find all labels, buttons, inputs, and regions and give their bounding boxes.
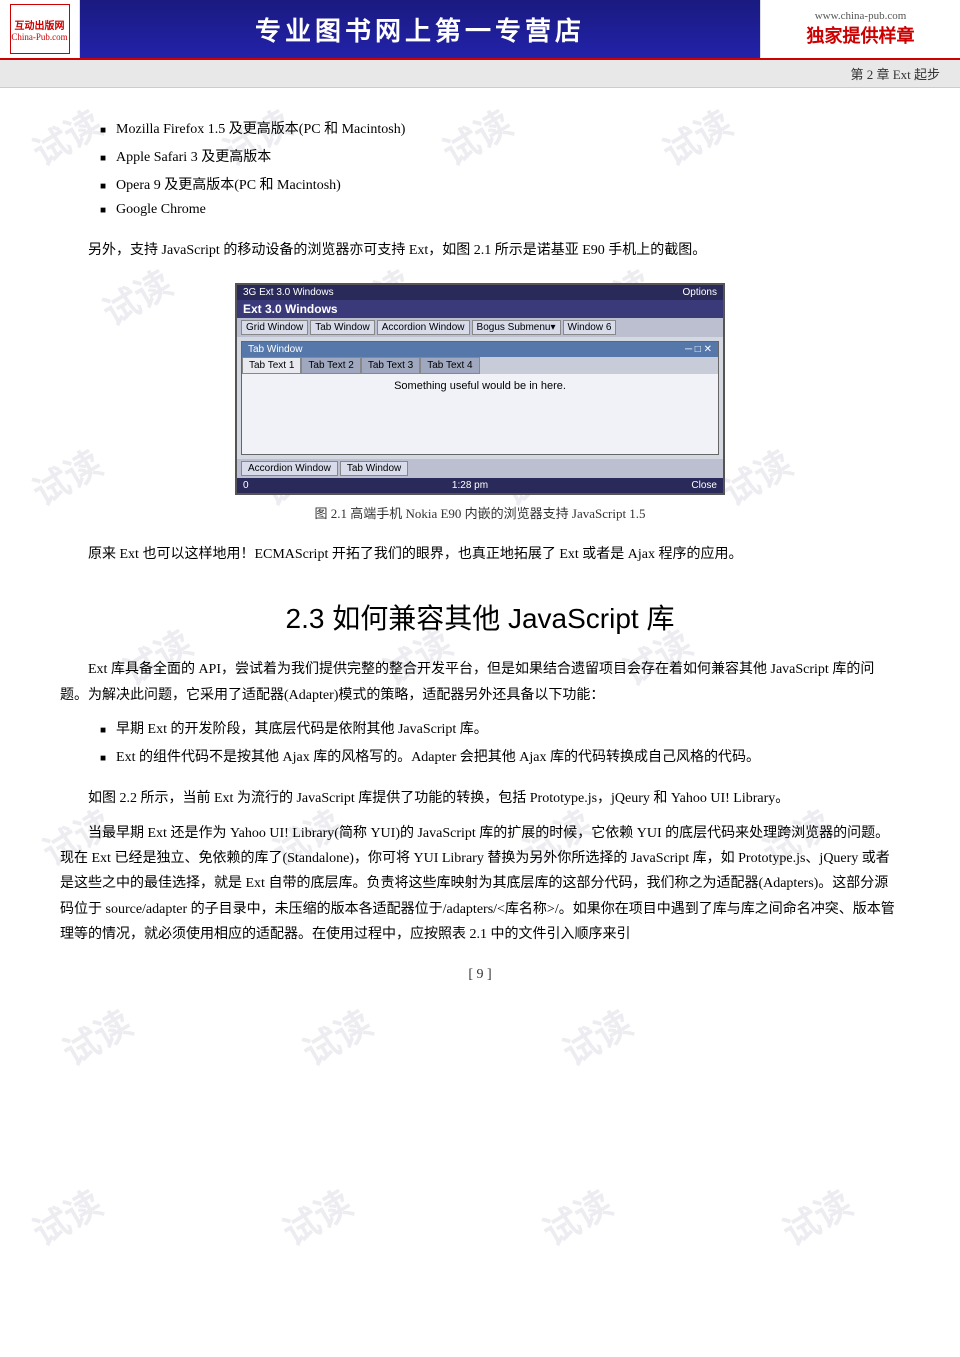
para-4: 当最早期 Ext 还是作为 Yahoo UI! Library(简称 YUI)的…	[60, 821, 900, 947]
adapter-item-1: 早期 Ext 的开发阶段，其底层代码是依附其他 JavaScript 库。	[100, 718, 900, 738]
menu-item-accordion: Accordion Window	[377, 320, 470, 335]
page-number: [ 9 ]	[60, 967, 900, 983]
chapter-bar-text: 第 2 章 Ext 起步	[850, 67, 940, 82]
bottom-tab: Tab Window	[340, 461, 408, 476]
page-number-text: [ 9 ]	[468, 967, 491, 982]
para-1: 原来 Ext 也可以这样地用！ECMAScript 开拓了我们的眼界，也真正地拓…	[60, 542, 900, 567]
menu-item-tab: Tab Window	[310, 320, 374, 335]
status-bar-left: 3G Ext 3.0 Windows	[243, 287, 334, 298]
footer-center: 1:28 pm	[452, 480, 488, 491]
list-item-opera: Opera 9 及更高版本(PC 和 Macintosh)	[100, 174, 900, 194]
figure-caption: 图 2.1 高端手机 Nokia E90 内嵌的浏览器支持 JavaScript…	[230, 503, 730, 522]
list-item-safari: Apple Safari 3 及更高版本	[100, 146, 900, 166]
phone-status-bar: 3G Ext 3.0 Windows Options	[237, 285, 723, 300]
watermark-24: 试读	[532, 1175, 620, 1256]
phone-tab-1: Tab Text 1	[242, 357, 301, 374]
phone-title-bar: Ext 3.0 Windows	[237, 300, 723, 318]
header-url: www.china-pub.com	[815, 10, 907, 22]
menu-item-grid: Grid Window	[241, 320, 308, 335]
phone-inner-window: Tab Window ─ □ ✕ Tab Text 1 Tab Text 2 T…	[241, 341, 719, 455]
watermark-22: 试读	[22, 1175, 110, 1256]
watermark-23: 试读	[272, 1175, 360, 1256]
phone-window-title-text: Tab Window	[248, 344, 302, 355]
window-title-text: Ext 3.0 Windows	[243, 302, 338, 316]
phone-footer: 0 1:28 pm Close	[237, 478, 723, 493]
menu-item-bogus: Bogus Submenu▾	[472, 320, 561, 335]
intro-para: 另外，支持 JavaScript 的移动设备的浏览器亦可支持 Ext，如图 2.…	[60, 238, 900, 263]
adapter-list: 早期 Ext 的开发阶段，其底层代码是依附其他 JavaScript 库。 Ex…	[100, 718, 900, 766]
bottom-accordion: Accordion Window	[241, 461, 338, 476]
phone-menu-bar: Grid Window Tab Window Accordion Window …	[237, 318, 723, 337]
footer-right: Close	[691, 480, 717, 491]
header-title-text: 专业图书网上第一专营店	[255, 11, 585, 48]
logo-text-bottom: China-Pub.com	[11, 32, 67, 42]
header-right-area: www.china-pub.com 独家提供样章	[760, 0, 960, 58]
phone-tab-3: Tab Text 3	[361, 357, 420, 374]
list-item-firefox: Mozilla Firefox 1.5 及更高版本(PC 和 Macintosh…	[100, 118, 900, 138]
figure-2-1: 3G Ext 3.0 Windows Options Ext 3.0 Windo…	[230, 283, 730, 522]
phone-window-title: Tab Window ─ □ ✕	[242, 342, 718, 357]
status-bar-right: Options	[683, 287, 717, 298]
phone-window-content: Something useful would be in here.	[242, 374, 718, 454]
list-item-chrome: Google Chrome	[100, 202, 900, 218]
chapter-bar: 第 2 章 Ext 起步	[0, 60, 960, 88]
header-title-area: 专业图书网上第一专营店	[80, 0, 760, 58]
phone-screenshot: 3G Ext 3.0 Windows Options Ext 3.0 Windo…	[235, 283, 725, 495]
phone-bottom-bar: Accordion Window Tab Window	[237, 459, 723, 478]
logo-area: 互动出版网 China-Pub.com	[0, 0, 80, 58]
browser-list: Mozilla Firefox 1.5 及更高版本(PC 和 Macintosh…	[100, 118, 900, 218]
phone-content-text: Something useful would be in here.	[394, 380, 566, 392]
watermark-25: 试读	[772, 1175, 860, 1256]
header-label: 独家提供样章	[807, 22, 915, 48]
section-heading-2-3: 2.3 如何兼容其他 JavaScript 库	[60, 597, 900, 637]
page-header: 互动出版网 China-Pub.com 专业图书网上第一专营店 www.chin…	[0, 0, 960, 60]
para-2: Ext 库具备全面的 API，尝试着为我们提供完整的整合开发平台，但是如果结合遗…	[60, 657, 900, 707]
logo-text-top: 互动出版网	[15, 17, 65, 32]
menu-item-window6: Window 6	[563, 320, 617, 335]
logo-box: 互动出版网 China-Pub.com	[10, 4, 70, 54]
para-3: 如图 2.2 所示，当前 Ext 为流行的 JavaScript 库提供了功能的…	[60, 786, 900, 811]
phone-tabs: Tab Text 1 Tab Text 2 Tab Text 3 Tab Tex…	[242, 357, 718, 374]
phone-tab-2: Tab Text 2	[301, 357, 360, 374]
adapter-item-2: Ext 的组件代码不是按其他 Ajax 库的风格写的。Adapter 会把其他 …	[100, 746, 900, 766]
phone-tab-4: Tab Text 4	[420, 357, 479, 374]
footer-left: 0	[243, 480, 249, 491]
main-content: Mozilla Firefox 1.5 及更高版本(PC 和 Macintosh…	[0, 88, 960, 1023]
phone-window-controls: ─ □ ✕	[685, 344, 712, 355]
